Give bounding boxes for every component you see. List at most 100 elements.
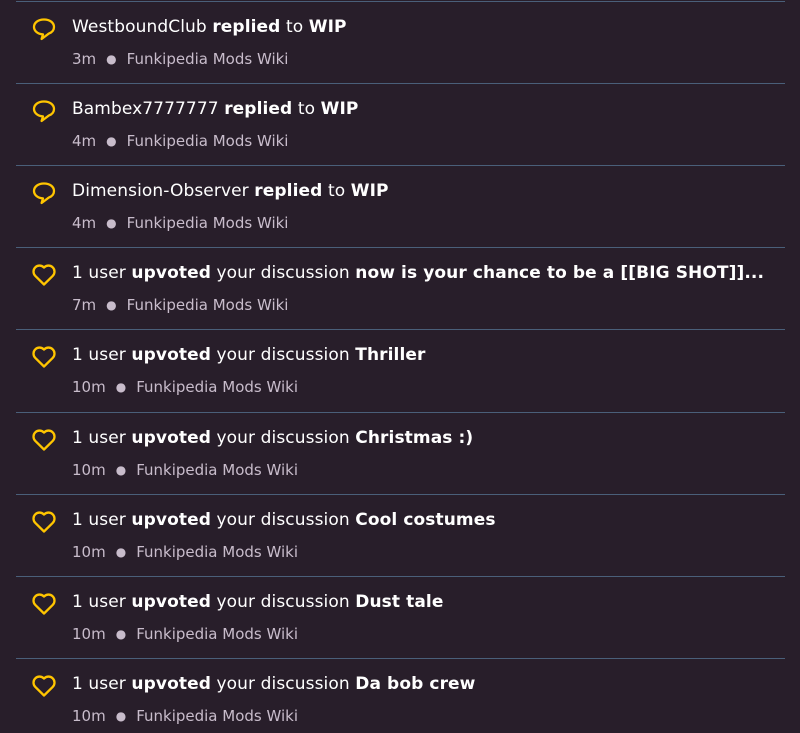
separator-dot: ● <box>115 545 127 559</box>
heart-icon <box>31 509 57 535</box>
notification-meta: 10m ● Funkipedia Mods Wiki <box>72 705 298 727</box>
notification-time: 7m <box>72 296 97 314</box>
notification-actor: 1 user <box>72 510 126 530</box>
notification-action: replied <box>254 181 323 201</box>
notification-target[interactable]: Thriller <box>355 345 425 365</box>
notification-item[interactable]: Dimension-Observer replied to WIP 4m ● Fun… <box>16 165 785 247</box>
notification-meta: 7m ● Funkipedia Mods Wiki <box>72 294 288 316</box>
notification-action: upvoted <box>131 674 211 694</box>
notification-target[interactable]: WIP <box>351 181 389 201</box>
notification-time: 10m <box>72 543 106 561</box>
heart-icon <box>31 591 57 617</box>
notification-meta: 4m ● Funkipedia Mods Wiki <box>72 212 288 234</box>
notification-connector: to <box>327 181 346 201</box>
notification-meta: 10m ● Funkipedia Mods Wiki <box>72 459 298 481</box>
separator-dot: ● <box>106 52 117 66</box>
notification-meta: 3m ● Funkipedia Mods Wiki <box>72 48 288 70</box>
notification-wiki: Funkipedia Mods Wiki <box>136 461 299 479</box>
notification-text: 1 user upvoted your discussion Cool cost… <box>72 507 777 533</box>
notification-time: 10m <box>72 625 106 643</box>
notification-actor: 1 user <box>72 263 126 283</box>
notification-connector: your discussion <box>216 428 350 448</box>
notification-wiki: Funkipedia Mods Wiki <box>136 543 299 561</box>
notification-wiki: Funkipedia Mods Wiki <box>126 50 289 68</box>
notification-actor: Bambex7777777 <box>72 99 219 119</box>
notification-connector: your discussion <box>216 674 350 694</box>
notification-list: WestboundClub replied to WIP 3m ● Funkiped… <box>0 0 800 733</box>
notification-meta: 10m ● Funkipedia Mods Wiki <box>72 541 298 563</box>
notification-text: Bambex7777777 replied to WIP <box>72 96 777 122</box>
notification-time: 10m <box>72 378 106 396</box>
separator-dot: ● <box>106 216 117 230</box>
notification-wiki: Funkipedia Mods Wiki <box>136 378 299 396</box>
separator-dot: ● <box>115 380 127 394</box>
notification-action: upvoted <box>131 592 211 612</box>
separator-dot: ● <box>115 463 127 477</box>
notification-connector: to <box>285 17 304 37</box>
notification-target[interactable]: now is your chance to be a [[BIG SHOT]].… <box>355 263 764 283</box>
notification-target[interactable]: WIP <box>321 99 359 119</box>
notification-target[interactable]: Cool costumes <box>355 510 495 530</box>
speech-bubble-icon <box>31 98 57 124</box>
notification-actor: Dimension-Observer <box>72 181 249 201</box>
separator-dot: ● <box>115 627 127 641</box>
notification-item[interactable]: 1 user upvoted your discussion Christmas… <box>16 412 785 494</box>
notification-wiki: Funkipedia Mods Wiki <box>126 296 289 314</box>
notification-item[interactable]: Bambex7777777 replied to WIP 4m ● Funkiped… <box>16 83 785 165</box>
notification-actor: 1 user <box>72 592 126 612</box>
notification-target[interactable]: WIP <box>309 17 347 37</box>
notification-meta: 10m ● Funkipedia Mods Wiki <box>72 623 298 645</box>
notification-wiki: Funkipedia Mods Wiki <box>126 214 289 232</box>
speech-bubble-icon <box>31 180 57 206</box>
notification-wiki: Funkipedia Mods Wiki <box>136 707 299 725</box>
notification-action: replied <box>212 17 281 37</box>
separator-dot: ● <box>106 298 117 312</box>
notification-target[interactable]: Dust tale <box>355 592 443 612</box>
notification-meta: 4m ● Funkipedia Mods Wiki <box>72 130 288 152</box>
notification-item[interactable]: WestboundClub replied to WIP 3m ● Funkiped… <box>16 1 785 83</box>
notification-connector: to <box>297 99 316 119</box>
notification-actor: 1 user <box>72 428 126 448</box>
notification-meta: 10m ● Funkipedia Mods Wiki <box>72 376 298 398</box>
notification-action: upvoted <box>131 345 211 365</box>
notification-connector: your discussion <box>216 345 350 365</box>
notification-time: 10m <box>72 461 106 479</box>
heart-icon <box>31 673 57 699</box>
notification-item[interactable]: 1 user upvoted your discussion Thriller … <box>16 329 785 411</box>
notification-text: 1 user upvoted your discussion Dust tale <box>72 589 777 615</box>
speech-bubble-icon <box>31 16 57 42</box>
notification-action: replied <box>224 99 293 119</box>
notification-item[interactable]: 1 user upvoted your discussion Cool cost… <box>16 494 785 576</box>
notification-time: 4m <box>72 214 97 232</box>
notification-actor: 1 user <box>72 345 126 365</box>
notification-action: upvoted <box>131 510 211 530</box>
notification-item[interactable]: 1 user upvoted your discussion Dust tale… <box>16 576 785 658</box>
heart-icon <box>31 262 57 288</box>
notification-item[interactable]: 1 user upvoted your discussion now is yo… <box>16 247 785 329</box>
notification-connector: your discussion <box>216 510 350 530</box>
separator-dot: ● <box>115 709 127 723</box>
notification-text: 1 user upvoted your discussion Da bob cr… <box>72 671 777 697</box>
notification-connector: your discussion <box>216 592 350 612</box>
notification-item[interactable]: 1 user upvoted your discussion Da bob cr… <box>16 658 785 733</box>
notification-connector: your discussion <box>216 263 350 283</box>
notification-action: upvoted <box>131 428 211 448</box>
notification-action: upvoted <box>131 263 211 283</box>
notification-text: 1 user upvoted your discussion Christmas… <box>72 425 777 451</box>
notification-target[interactable]: Christmas :) <box>355 428 473 448</box>
notification-actor: 1 user <box>72 674 126 694</box>
notification-target[interactable]: Da bob crew <box>355 674 475 694</box>
notification-text: WestboundClub replied to WIP <box>72 14 777 40</box>
notification-text: Dimension-Observer replied to WIP <box>72 178 777 204</box>
heart-icon <box>31 427 57 453</box>
separator-dot: ● <box>106 134 117 148</box>
notification-time: 3m <box>72 50 97 68</box>
notification-time: 10m <box>72 707 106 725</box>
notification-time: 4m <box>72 132 97 150</box>
notification-wiki: Funkipedia Mods Wiki <box>136 625 299 643</box>
notification-wiki: Funkipedia Mods Wiki <box>126 132 289 150</box>
notification-actor: WestboundClub <box>72 17 207 37</box>
heart-icon <box>31 344 57 370</box>
notification-text: 1 user upvoted your discussion Thriller <box>72 342 777 368</box>
notification-text: 1 user upvoted your discussion now is yo… <box>72 260 777 286</box>
